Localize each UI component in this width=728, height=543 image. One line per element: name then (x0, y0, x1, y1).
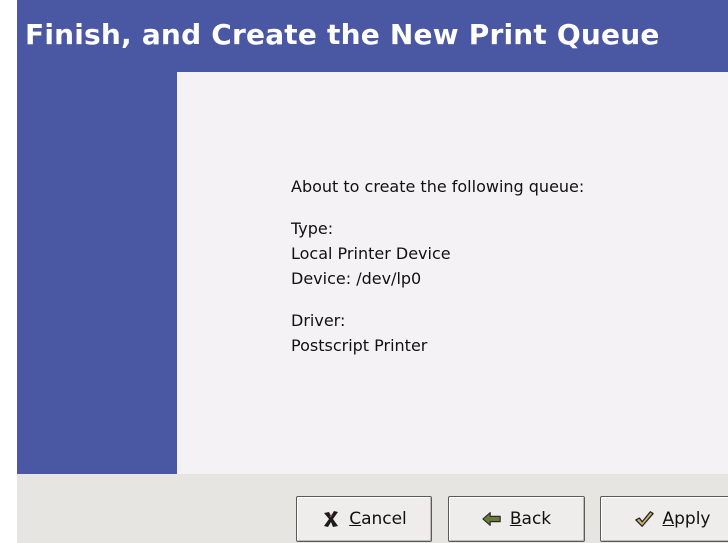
apply-button[interactable]: Apply (600, 496, 728, 542)
content-area: About to create the following queue: Typ… (177, 72, 728, 474)
driver-value: Postscript Printer (291, 336, 428, 355)
checkmark-icon (634, 509, 655, 529)
button-bar: Cancel Back Apply (17, 474, 728, 543)
cancel-button[interactable]: Cancel (296, 496, 432, 542)
apply-button-label: Apply (662, 509, 711, 529)
driver-label: Driver: (291, 311, 346, 330)
x-cross-icon (321, 509, 341, 529)
summary-intro: About to create the following queue: (291, 177, 585, 196)
title-bar: Finish, and Create the New Print Queue (17, 0, 728, 72)
device-value: Device: /dev/lp0 (291, 269, 422, 288)
print-queue-wizard-window: Finish, and Create the New Print Queue A… (17, 0, 728, 543)
type-value: Local Printer Device (291, 244, 451, 263)
type-label: Type: (291, 219, 334, 238)
queue-summary: About to create the following queue: Typ… (291, 174, 584, 358)
back-arrow-icon (482, 509, 502, 529)
back-button-label: Back (509, 509, 552, 529)
cancel-button-label: Cancel (349, 509, 407, 529)
page-title: Finish, and Create the New Print Queue (25, 18, 660, 51)
side-panel (17, 72, 177, 474)
back-button[interactable]: Back (448, 496, 585, 542)
